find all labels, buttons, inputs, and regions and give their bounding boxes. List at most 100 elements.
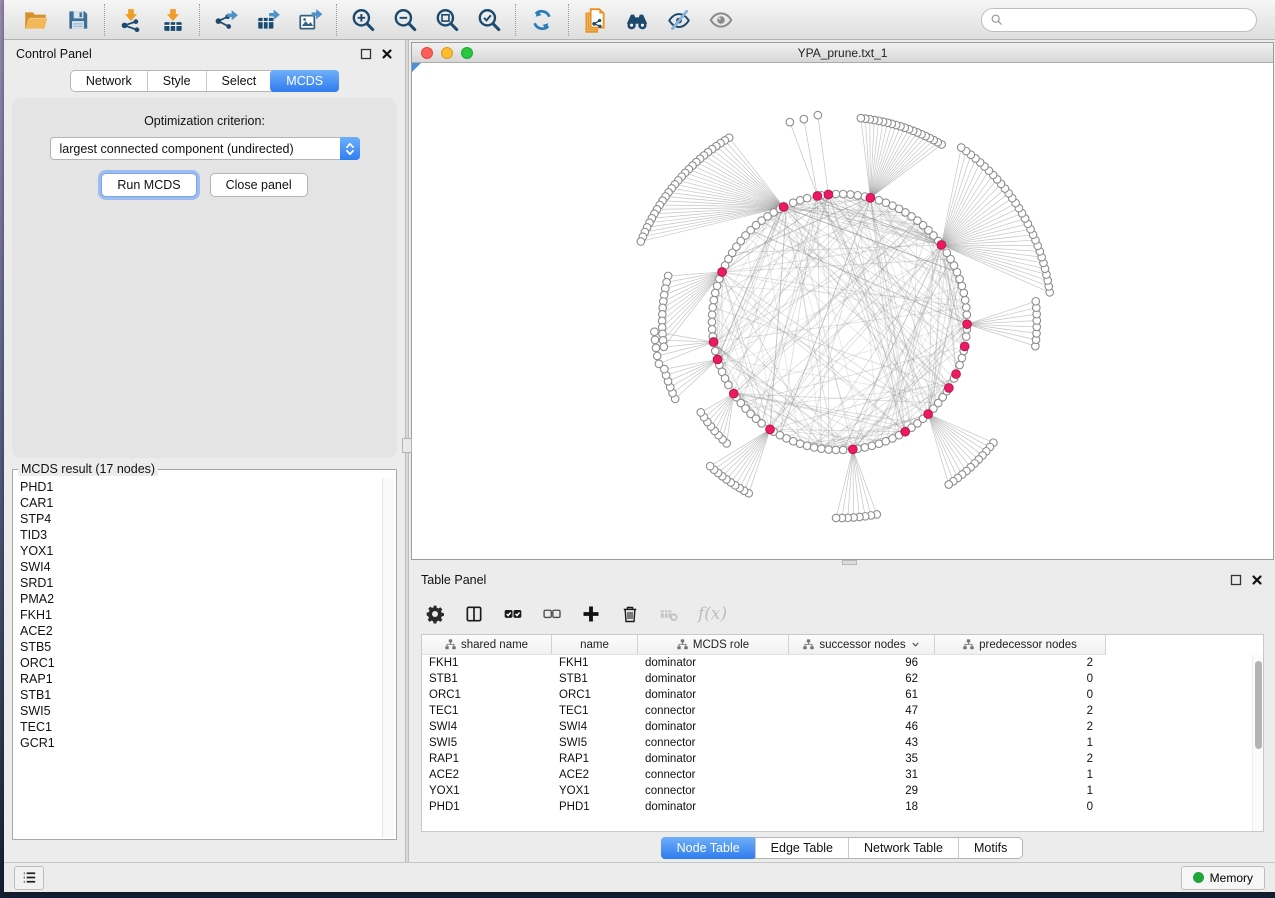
mcds-result-item[interactable]: ORC1	[20, 655, 381, 671]
tab-network[interactable]: Network	[71, 71, 147, 91]
zoom-out-icon[interactable]	[392, 7, 418, 33]
run-mcds-button[interactable]: Run MCDS	[101, 173, 196, 197]
column-header-shared-name[interactable]: shared name	[422, 635, 552, 654]
mcds-result-item[interactable]: STB5	[20, 639, 381, 655]
refresh-icon[interactable]	[529, 7, 555, 33]
tab-node-table[interactable]: Node Table	[661, 837, 756, 859]
result-scrollbar[interactable]	[382, 478, 394, 837]
tab-select[interactable]: Select	[206, 71, 272, 91]
divider-handle[interactable]	[402, 438, 412, 453]
float-panel-icon[interactable]	[1230, 574, 1242, 586]
table-cell: FKH1	[422, 657, 552, 669]
table-cell: 18	[789, 801, 935, 813]
column-header-MCDS-role[interactable]: MCDS role	[638, 635, 789, 654]
control-panel-title: Control Panel	[16, 47, 92, 61]
mcds-panel: Optimization criterion: largest connecte…	[12, 98, 397, 458]
columns-icon[interactable]	[464, 604, 484, 624]
close-panel-button[interactable]: Close panel	[210, 173, 308, 197]
deselect-all-icon[interactable]	[542, 604, 562, 624]
table-cell: connector	[638, 785, 789, 797]
show-hide-icon[interactable]	[708, 7, 734, 33]
table-row[interactable]: TEC1TEC1connector472	[422, 703, 1263, 719]
window-maximize-button[interactable]	[461, 47, 473, 59]
table-row[interactable]: ACE2ACE2connector311	[422, 767, 1263, 783]
table-row[interactable]: PHD1PHD1dominator180	[422, 799, 1263, 815]
tab-edge-table[interactable]: Edge Table	[755, 838, 848, 858]
window-close-button[interactable]	[421, 47, 433, 59]
tab-style[interactable]: Style	[147, 71, 206, 91]
zoom-in-icon[interactable]	[350, 7, 376, 33]
float-panel-icon[interactable]	[360, 48, 372, 60]
network-overview-icon[interactable]	[624, 7, 650, 33]
export-table-icon[interactable]	[255, 7, 281, 33]
tab-motifs[interactable]: Motifs	[958, 838, 1022, 858]
mcds-result-item[interactable]: SWI5	[20, 703, 381, 719]
table-row[interactable]: FKH1FKH1dominator962	[422, 655, 1263, 671]
import-network-icon[interactable]	[118, 7, 144, 33]
tab-mcds[interactable]: MCDS	[270, 70, 339, 92]
mcds-result-item[interactable]: YOX1	[20, 543, 381, 559]
hide-panels-icon[interactable]	[666, 7, 692, 33]
mcds-result-item[interactable]: CAR1	[20, 495, 381, 511]
criterion-select[interactable]: largest connected component (undirected)	[50, 137, 360, 160]
memory-button[interactable]: Memory	[1181, 866, 1265, 890]
mcds-result-item[interactable]: ACE2	[20, 623, 381, 639]
window-minimize-button[interactable]	[441, 47, 453, 59]
column-header-successor-nodes[interactable]: successor nodes	[789, 635, 935, 654]
network-window-titlebar[interactable]: YPA_prune.txt_1	[412, 43, 1273, 63]
zoom-selected-icon[interactable]	[476, 7, 502, 33]
gear-icon[interactable]	[425, 604, 445, 624]
mcds-result-item[interactable]: TEC1	[20, 719, 381, 735]
table-row[interactable]: RAP1RAP1dominator352	[422, 751, 1263, 767]
mcds-result-item[interactable]: RAP1	[20, 671, 381, 687]
export-network-icon[interactable]	[213, 7, 239, 33]
canvas-corner-gadget[interactable]	[412, 63, 421, 72]
select-all-icon[interactable]	[503, 604, 523, 624]
add-icon[interactable]	[581, 604, 601, 624]
control-panel-header: Control Panel	[4, 40, 405, 68]
mcds-result-item[interactable]: STP4	[20, 511, 381, 527]
column-header-predecessor-nodes[interactable]: predecessor nodes	[935, 635, 1106, 654]
search-field[interactable]	[981, 8, 1257, 32]
mcds-result-item[interactable]: PMA2	[20, 591, 381, 607]
table-tabs: Node TableEdge TableNetwork TableMotifs	[661, 837, 1024, 859]
tab-network-table[interactable]: Network Table	[848, 838, 958, 858]
close-panel-icon[interactable]	[381, 48, 393, 60]
open-session-icon[interactable]	[23, 7, 49, 33]
mcds-result-item[interactable]: TID3	[20, 527, 381, 543]
table-header-row: shared namename MCDS role successor nodesp…	[422, 635, 1106, 655]
mcds-result-item[interactable]: SWI4	[20, 559, 381, 575]
mcds-result-item[interactable]: STB1	[20, 687, 381, 703]
scrollbar-thumb[interactable]	[1255, 661, 1262, 749]
save-session-icon[interactable]	[65, 7, 91, 33]
mcds-result-item[interactable]: GCR1	[20, 735, 381, 751]
table-row[interactable]: SWI4SWI4dominator462	[422, 719, 1263, 735]
delete-icon[interactable]	[620, 604, 640, 624]
mcds-result-item[interactable]: PHD1	[20, 479, 381, 495]
table-row[interactable]: SWI5SWI5connector431	[422, 735, 1263, 751]
mcds-result-item[interactable]: FKH1	[20, 607, 381, 623]
table-scrollbar[interactable]	[1252, 655, 1263, 831]
table-cell: connector	[638, 737, 789, 749]
mcds-result-item[interactable]: SRD1	[20, 575, 381, 591]
memory-status-dot	[1193, 872, 1204, 883]
column-label: MCDS role	[693, 639, 749, 651]
divider-handle[interactable]	[842, 560, 857, 565]
table-row[interactable]: YOX1YOX1connector291	[422, 783, 1263, 799]
network-canvas[interactable]	[412, 63, 1273, 559]
import-table-icon[interactable]	[160, 7, 186, 33]
table-cell: SWI5	[552, 737, 638, 749]
task-history-button[interactable]	[14, 866, 44, 890]
close-panel-icon[interactable]	[1251, 574, 1263, 586]
export-image-icon[interactable]	[297, 7, 323, 33]
column-header-name[interactable]: name	[552, 635, 638, 654]
duplicate-network-icon[interactable]	[582, 7, 608, 33]
vertical-split-divider[interactable]	[405, 40, 409, 862]
search-input[interactable]	[1008, 13, 1248, 27]
table-row[interactable]: ORC1ORC1dominator610	[422, 687, 1263, 703]
table-cell: 1	[935, 737, 1106, 749]
zoom-fit-icon[interactable]	[434, 7, 460, 33]
mcds-result-list[interactable]: PHD1CAR1STP4TID3YOX1SWI4SRD1PMA2FKH1ACE2…	[15, 478, 381, 837]
horizontal-split-divider[interactable]	[409, 560, 1275, 566]
table-row[interactable]: STB1STB1dominator620	[422, 671, 1263, 687]
